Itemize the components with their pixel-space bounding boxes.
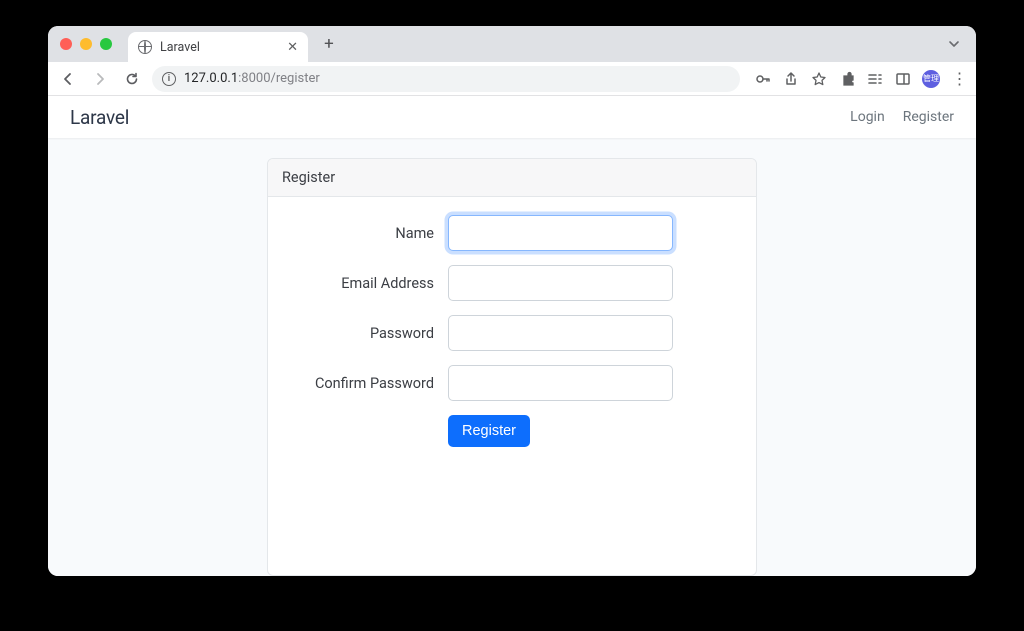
register-submit-button[interactable]: Register [448,415,530,447]
register-card: Register Name Email Address Password [267,158,757,576]
window-close-button[interactable] [60,38,72,50]
tabs-overflow-button[interactable] [948,38,960,50]
card-header: Register [268,159,756,197]
email-input[interactable] [448,265,673,301]
browser-tab[interactable]: Laravel ✕ [128,32,308,62]
profile-avatar[interactable]: 管理 [922,70,940,88]
window-minimize-button[interactable] [80,38,92,50]
password-input[interactable] [448,315,673,351]
side-panel-icon[interactable] [894,70,912,88]
address-text: 127.0.0.1:8000/register [184,71,320,86]
browser-toolbar: i 127.0.0.1:8000/register [48,62,976,96]
address-port: :8000 [238,71,270,86]
share-icon[interactable] [782,70,800,88]
globe-icon [138,40,152,54]
reload-button[interactable] [120,67,144,91]
new-tab-button[interactable]: + [316,31,342,57]
site-info-icon[interactable]: i [162,72,176,86]
app-navbar: Laravel Login Register [48,96,976,138]
address-host: 127.0.0.1 [184,71,238,86]
page-viewport: Laravel Login Register Register Name Ema… [48,96,976,576]
toolbar-right-icons: 管理 ⋮ [754,70,968,88]
traffic-lights [60,38,112,50]
name-row: Name [288,215,736,251]
email-row: Email Address [288,265,736,301]
name-label: Name [288,225,448,242]
window-fullscreen-button[interactable] [100,38,112,50]
card-body: Name Email Address Password Confirm Pass… [268,197,756,465]
password-key-icon[interactable] [754,70,772,88]
tab-close-button[interactable]: ✕ [287,40,298,55]
nav-login-link[interactable]: Login [850,109,885,125]
browser-window: Laravel ✕ + i 127.0.0.1:8000/register [48,26,976,576]
bookmark-star-icon[interactable] [810,70,828,88]
address-path: /register [271,71,320,86]
nav-register-link[interactable]: Register [903,109,954,125]
tab-title: Laravel [160,40,279,55]
brand-link[interactable]: Laravel [70,106,129,129]
avatar-label: 管理 [923,73,939,84]
submit-row: Register [288,415,736,447]
email-label: Email Address [288,275,448,292]
confirm-row: Confirm Password [288,365,736,401]
confirm-label: Confirm Password [288,375,448,392]
main-container: Register Name Email Address Password [48,138,976,576]
reading-list-icon[interactable] [866,70,884,88]
forward-button[interactable] [88,67,112,91]
tab-strip: Laravel ✕ + [48,26,976,62]
browser-menu-button[interactable]: ⋮ [950,70,968,88]
back-button[interactable] [56,67,80,91]
address-bar[interactable]: i 127.0.0.1:8000/register [152,66,740,92]
confirm-password-input[interactable] [448,365,673,401]
password-row: Password [288,315,736,351]
name-input[interactable] [448,215,673,251]
password-label: Password [288,325,448,342]
extensions-icon[interactable] [838,70,856,88]
